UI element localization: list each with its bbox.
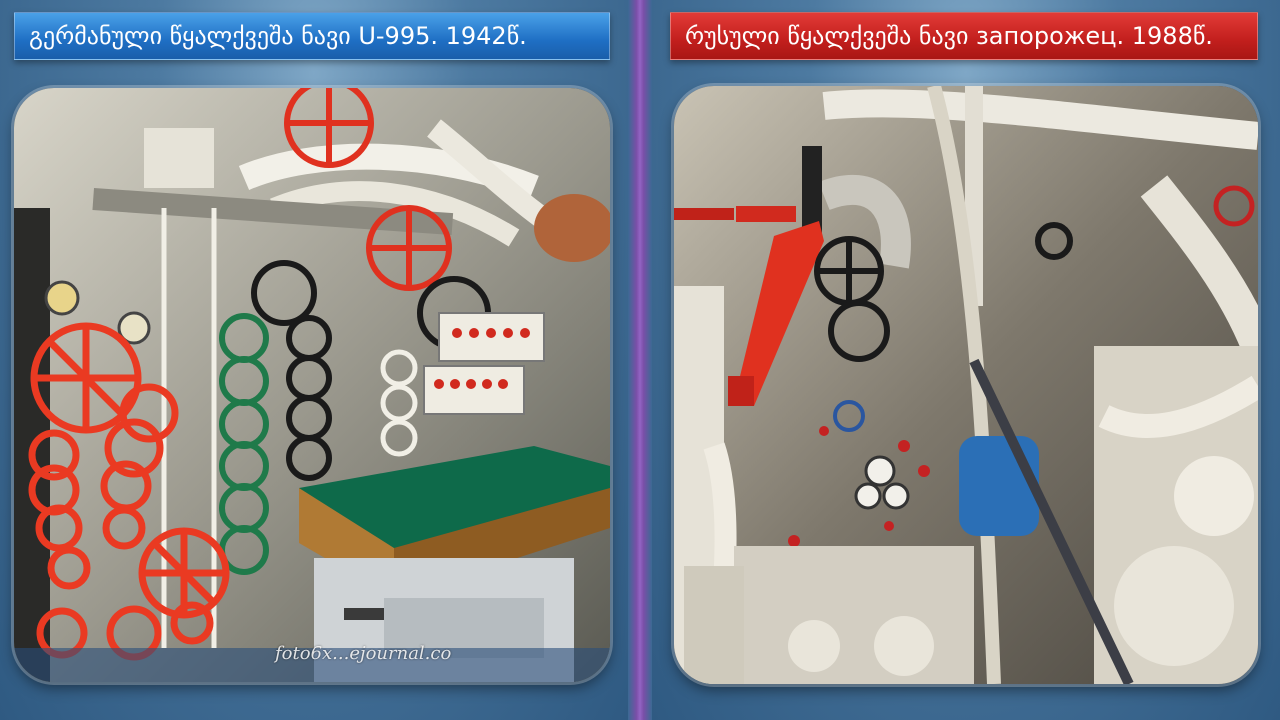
right-caption-text: რუსული წყალქვეშა ნავი запорожец. 1988წ. (685, 22, 1213, 50)
right-caption: რუსული წყალქვეშა ნავი запорожец. 1988წ. (670, 12, 1258, 60)
u995-illustration (14, 88, 610, 682)
u995-control-room-photo (14, 88, 610, 682)
center-divider (628, 0, 652, 720)
left-caption-text: გერმანული წყალქვეშა ნავი U-995. 1942წ. (29, 22, 527, 50)
zaporozhets-engine-room-photo (674, 86, 1258, 684)
photo-watermark: foto6x...ejournal.co (275, 643, 452, 664)
left-caption: გერმანული წყალქვეშა ნავი U-995. 1942წ. (14, 12, 610, 60)
zaporozhets-illustration (674, 86, 1258, 684)
